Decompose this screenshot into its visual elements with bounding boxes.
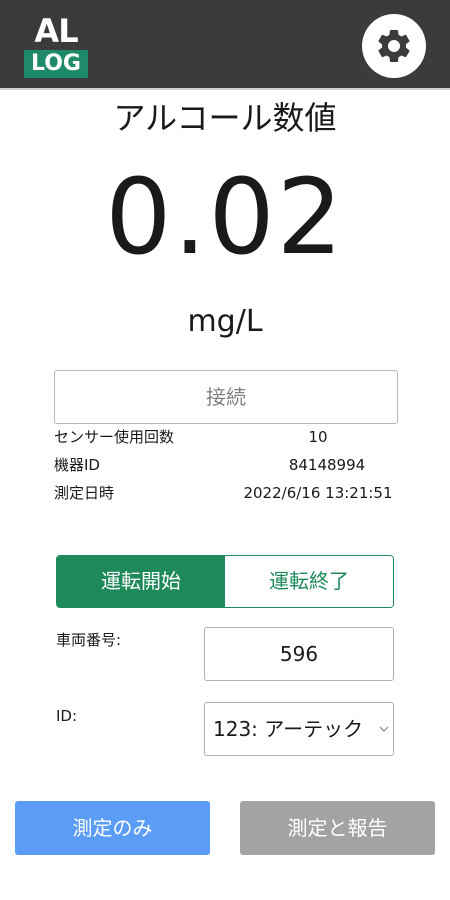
measured-at-label: 測定日時 <box>54 484 115 502</box>
vehicle-number-input[interactable]: 596 <box>204 627 394 681</box>
measure-and-report-button[interactable]: 測定と報告 <box>240 801 435 855</box>
alcohol-value: 0.02 <box>105 156 345 278</box>
app-logo: AL LOG <box>24 12 88 78</box>
device-id-value: 84148994 <box>288 456 366 474</box>
id-select[interactable]: 123: アーテック <box>204 702 394 756</box>
vehicle-number-label: 車両番号: <box>56 631 122 649</box>
id-label: ID: <box>56 707 78 725</box>
chevron-down-icon <box>379 726 389 732</box>
device-id-label: 機器ID <box>54 456 100 474</box>
driving-start-button[interactable]: 運転開始 <box>57 556 225 607</box>
settings-button[interactable] <box>362 14 426 78</box>
driving-end-button[interactable]: 運転終了 <box>225 556 393 607</box>
gear-icon <box>378 29 410 62</box>
app-header: AL LOG <box>0 0 450 90</box>
reading-title: アルコール数値 <box>113 99 337 137</box>
connect-button[interactable]: 接続 <box>54 370 398 424</box>
alcohol-unit: mg/L <box>187 304 263 339</box>
logo-log-text: LOG <box>24 50 88 78</box>
measured-at-value: 2022/6/16 13:21:51 <box>243 484 393 502</box>
sensor-count-label: センサー使用回数 <box>54 428 175 446</box>
measure-only-button[interactable]: 測定のみ <box>15 801 210 855</box>
logo-al-text: AL <box>34 12 78 50</box>
driving-mode-toggle: 運転開始 運転終了 <box>56 555 394 608</box>
sensor-count-value: 10 <box>308 428 328 446</box>
id-select-value: 123: アーテック <box>213 717 364 741</box>
